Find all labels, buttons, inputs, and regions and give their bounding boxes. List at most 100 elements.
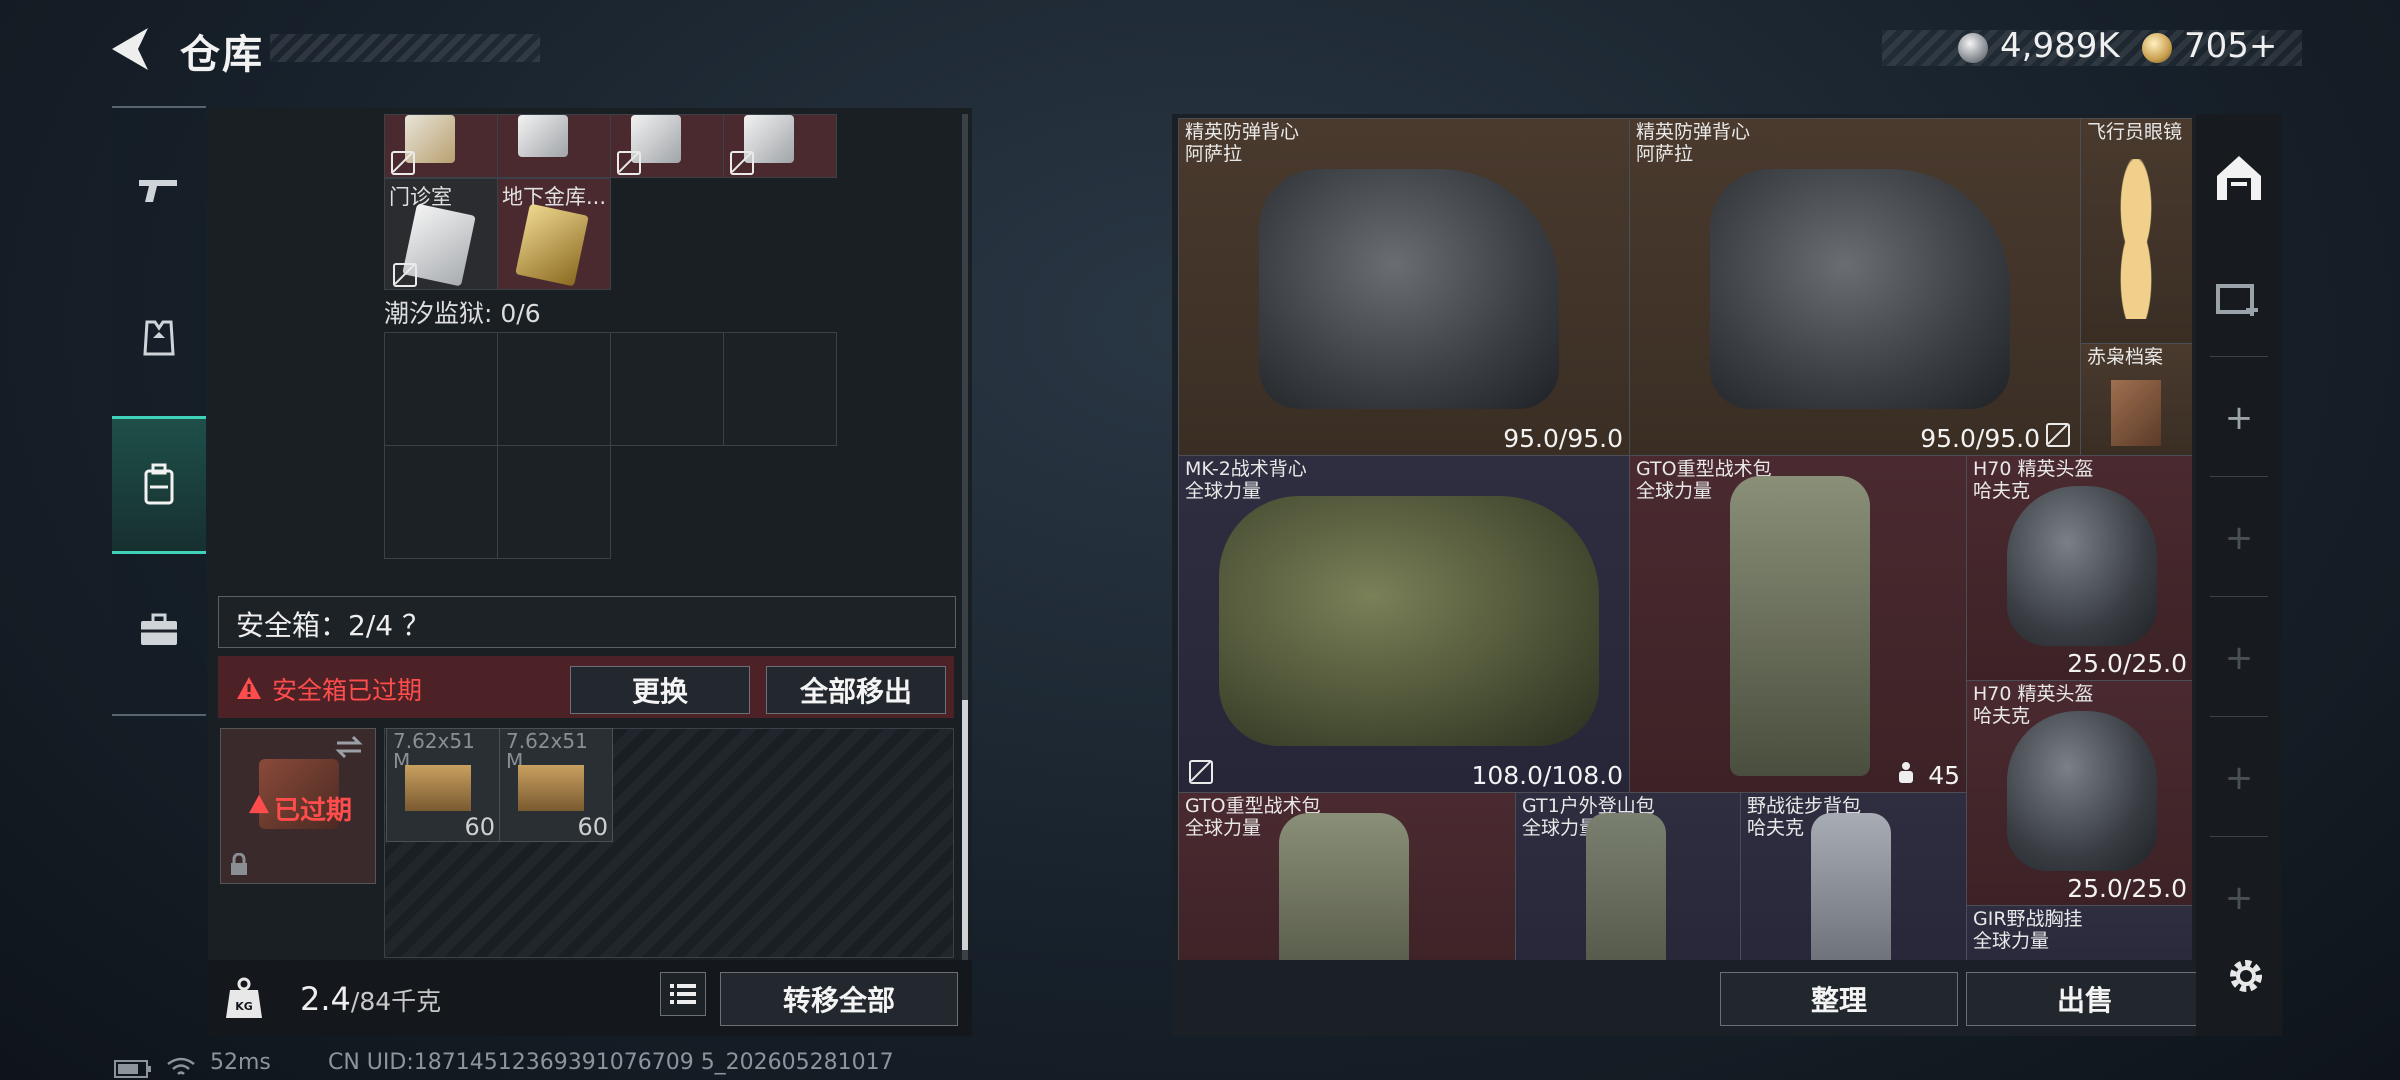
backpack-icon [144,463,174,505]
ammo-box-image [518,765,584,811]
capacity-icon [1899,762,1913,783]
empty-slot[interactable] [384,332,498,446]
ammo-slot[interactable]: 7.62x51 M... 60 [499,728,613,842]
add-storage-icon [2216,284,2258,316]
armor-icon [143,320,175,356]
stash-item[interactable]: H70 精英头盔 哈夫克 25.0/25.0 [1966,455,2192,681]
ping-readout: 52ms [210,1050,271,1075]
nav-backpack[interactable] [112,416,206,554]
battery-icon [114,1060,151,1078]
nav-briefcase[interactable] [112,582,206,678]
plus-icon: + [2224,398,2254,438]
nav-armor[interactable] [112,290,206,386]
weight-current: 2.4 [300,980,351,1018]
backpack-image [1279,813,1409,960]
stash-item[interactable]: 赤枭档案 [2080,343,2192,456]
item-name: 精英防弹背心 阿萨拉 [1636,121,1751,165]
archive-file-image [2111,380,2161,446]
aviator-glasses-image [2101,159,2171,319]
item-name: MK-2战术背心 全球力量 [1185,458,1307,502]
list-icon [670,984,696,1004]
stash-item[interactable]: GIR野战胸挂 全球力量 [1966,905,2192,960]
ammo-count: 60 [464,813,495,841]
move-all-out-button[interactable]: 全部移出 [766,666,946,714]
no-link-icon [2046,423,2070,447]
key-slot[interactable] [610,114,724,178]
settings-gear-icon[interactable] [2224,954,2268,998]
sort-button[interactable]: 整理 [1720,972,1958,1026]
stash-item[interactable]: H70 精英头盔 哈夫克 25.0/25.0 [1966,680,2192,906]
stash-item[interactable]: 精英防弹背心 阿萨拉 95.0/95.0 [1178,118,1630,456]
empty-slot[interactable] [610,332,724,446]
plus-icon: + [2224,758,2254,798]
lock-icon [231,853,247,875]
empty-slot[interactable] [723,332,837,446]
key-label: 地下金库... [502,185,607,209]
no-link-icon [730,151,754,175]
item-capacity: 45 [1928,761,1960,790]
replace-button[interactable]: 更换 [570,666,750,714]
stash-item[interactable]: 精英防弹背心 阿萨拉 95.0/95.0 [1629,118,2081,456]
stash-item[interactable]: GTO重型战术包 全球力量 45 [1629,455,1967,793]
tactical-vest-image [1219,496,1599,746]
item-durability: 25.0/25.0 [2067,874,2187,903]
empty-slot[interactable] [497,445,611,559]
item-durability: 95.0/95.0 [1503,424,1623,453]
user-uid: CN UID:18714512369391076709 5_2026052810… [328,1050,894,1075]
stash-item[interactable]: 飞行员眼镜 [2080,118,2192,344]
stash-tab-add-4[interactable]: + [2196,720,2282,836]
title-decoration [270,34,540,62]
nav-weapons[interactable] [112,142,206,238]
transfer-all-button[interactable]: 转移全部 [720,972,958,1026]
swap-icon[interactable] [333,735,365,759]
no-link-icon [391,151,415,175]
backpack-image [1730,476,1870,776]
no-link-icon [617,151,641,175]
left-scrollbar-thumb[interactable] [962,700,968,950]
wifi-icon [167,1057,195,1075]
key-slot[interactable] [723,114,837,178]
plus-icon: + [2224,518,2254,558]
item-name: 精英防弹背心 阿萨拉 [1185,121,1300,165]
armor-vest-image [1710,169,2010,409]
empty-slot[interactable] [384,445,498,559]
ammo-count: 60 [577,813,608,841]
expired-badge: 已过期 [274,796,353,826]
key-slot[interactable]: 地下金库... [497,178,611,290]
key-slot[interactable]: 门诊室 [384,178,498,290]
stash-tab-add-2[interactable]: + [2196,480,2282,596]
plus-icon: + [2224,878,2254,918]
keycard-image [518,115,568,157]
stash-tab-add-5[interactable]: + [2196,840,2282,956]
weight-readout: 2.4/84千克 [300,980,441,1018]
back-arrow-icon[interactable] [108,24,152,74]
silver-coin-icon [1958,33,1988,63]
stash-item[interactable]: GT1户外登山包 全球力量 [1515,792,1741,960]
item-durability: 95.0/95.0 [1920,424,2040,453]
sell-button[interactable]: 出售 [1966,972,2204,1026]
stash-tab-add-storage[interactable] [2196,240,2282,356]
list-view-button[interactable] [660,972,706,1016]
ammo-box-image [405,765,471,811]
helmet-image [2007,486,2157,646]
empty-slot[interactable] [497,332,611,446]
safebox-capacity-label[interactable]: 安全箱：2/4 ？ [236,604,430,644]
no-link-icon [393,263,417,287]
key-slot[interactable] [384,114,498,178]
stash-tab-add-3[interactable]: + [2196,600,2282,716]
key-slot[interactable] [497,114,611,178]
stash-item[interactable]: GTO重型战术包 全球力量 [1178,792,1516,960]
helmet-image [2007,711,2157,871]
gun-icon [139,180,177,202]
warning-icon [249,794,269,814]
stash-tab-add-1[interactable]: + [2196,360,2282,476]
item-name: 赤枭档案 [2087,346,2164,368]
silver-currency-value[interactable]: 4,989K [2000,26,2120,66]
stash-item[interactable]: MK-2战术背心 全球力量 108.0/108.0 [1178,455,1630,793]
gold-currency-value[interactable]: 705+ [2184,26,2277,66]
stash-item[interactable]: 野战徒步背包 哈夫克 [1740,792,1967,960]
item-durability: 108.0/108.0 [1471,761,1623,790]
ammo-slot[interactable]: 7.62x51 M... 60 [386,728,500,842]
item-durability: 25.0/25.0 [2067,649,2187,678]
stash-tab-main[interactable] [2196,120,2282,236]
